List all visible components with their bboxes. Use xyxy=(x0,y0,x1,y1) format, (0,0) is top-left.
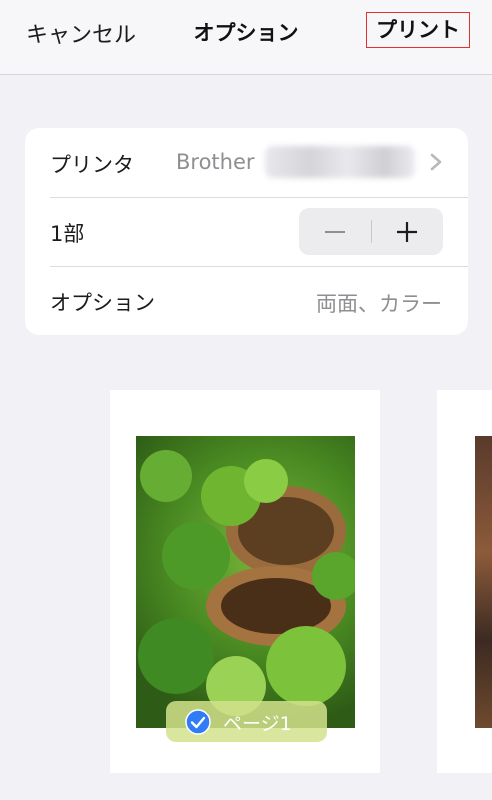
chevron-right-icon xyxy=(430,153,442,171)
plant-photo-art xyxy=(138,450,355,716)
copies-label: 1部 xyxy=(50,222,85,246)
copies-stepper xyxy=(299,208,443,255)
decrement-button[interactable] xyxy=(299,208,371,255)
copies-row: 1部 xyxy=(25,197,468,266)
options-row[interactable]: オプション 両面、カラー xyxy=(25,266,468,335)
checkmark-circle-icon xyxy=(185,709,211,735)
minus-icon xyxy=(325,230,345,233)
plant-photo xyxy=(136,436,355,728)
page-select-badge[interactable]: ページ1 xyxy=(166,701,327,742)
redacted-printer-model xyxy=(265,146,415,178)
navigation-bar: キャンセル オプション プリント xyxy=(0,0,492,75)
print-settings-card: プリンタ Brother 1部 オプション 両面、カラー xyxy=(25,128,468,335)
options-value: 両面、カラー xyxy=(316,292,442,316)
increment-button[interactable] xyxy=(371,208,443,255)
printer-name: Brother xyxy=(176,150,255,174)
plus-icon xyxy=(397,221,417,242)
printer-row[interactable]: プリンタ Brother xyxy=(25,128,468,197)
print-button[interactable]: プリント xyxy=(366,12,470,48)
printer-label: プリンタ xyxy=(50,153,134,177)
page-label: ページ1 xyxy=(223,713,292,735)
page-2-photo xyxy=(475,436,492,728)
options-label: オプション xyxy=(50,291,155,315)
